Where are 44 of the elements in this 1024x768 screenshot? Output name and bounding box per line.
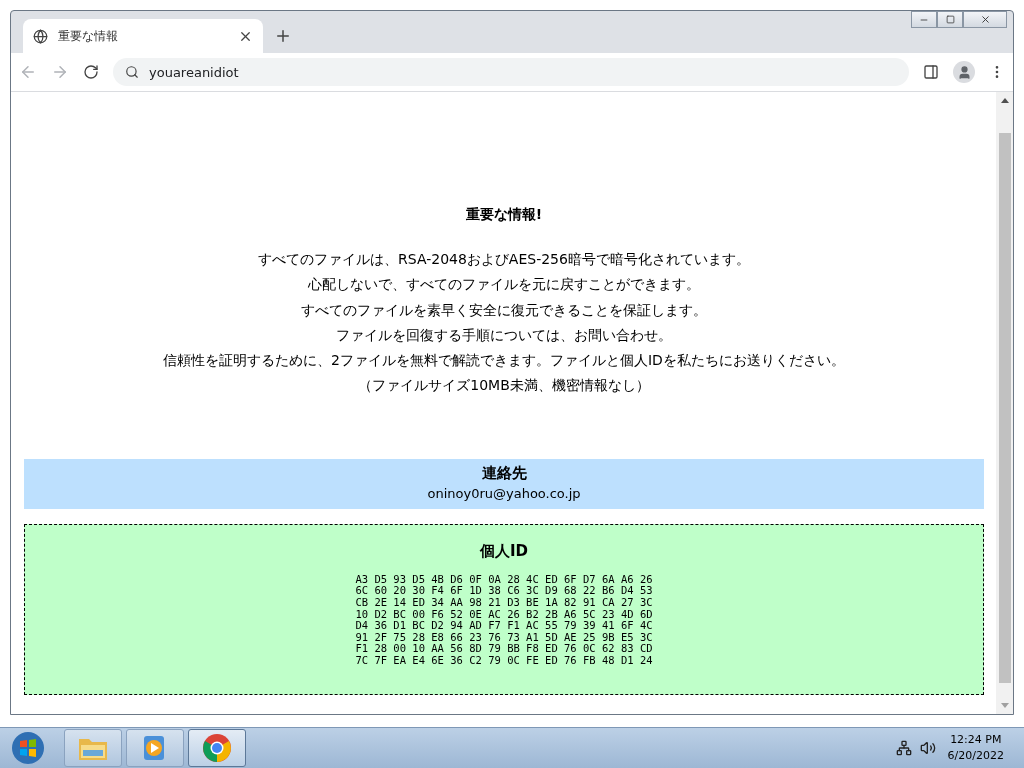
close-icon <box>979 14 991 25</box>
hex-id-text: A3 D5 93 D5 4B D6 0F 0A 28 4C ED 6F D7 6A A6 26 6C 60 20 30 F4 6F 1D 38 C6 3C D9 68 22 B6 D4 53 CB 2E 14 ED 34 AA 98 21 D3 BE 1A 82 91 CA 27 3C 10 D2 BC 00 F6 52 0E AC 26 B2 2B A6 5C 23 4D 6D D4 36 D1 BC D2 94 AD F7 F1 AC 55 79 39 41 6F 4C 91 2F 75 28 E8 66 23 76 73 A1 5D AE 25 9B E5 3C F1 28 00 10 AA 56 8D 79 BB F8 ED 76 0C 62 83 CD 7C 7F EA E4 6E 36 C2 79 0C FE ED 76 FB 48 D1 24 <box>355 573 653 667</box>
forward-arrow-icon <box>51 63 69 81</box>
side-panel-icon <box>923 64 939 80</box>
message-line: 信頼性を証明するために、2ファイルを無料で解読できます。ファイルと個人IDを私たちにお送りください。 <box>163 351 845 371</box>
network-icon[interactable] <box>895 740 912 756</box>
heading: 重要な情報! <box>465 206 543 224</box>
search-icon <box>125 65 139 79</box>
side-panel-button[interactable] <box>923 64 939 80</box>
minimize-button[interactable] <box>911 11 937 28</box>
reload-button[interactable] <box>83 64 99 80</box>
profile-avatar-icon <box>953 61 975 83</box>
maximize-button[interactable] <box>937 11 963 28</box>
address-text: youareanidiot <box>149 64 239 80</box>
profile-button[interactable] <box>953 61 975 83</box>
personal-id-title: 個人ID <box>479 540 528 562</box>
contact-title: 連絡先 <box>481 462 527 484</box>
message-line: ファイルを回復する手順については、お問い合わせ。 <box>336 325 672 345</box>
message-line: 心配しないで、すべてのファイルを元に戻すことができます。 <box>308 275 700 295</box>
message-line: すべてのファイルを素早く安全に復元できることを保証します。 <box>301 300 707 320</box>
back-button[interactable] <box>19 63 37 81</box>
volume-icon[interactable] <box>919 740 936 756</box>
clock-time: 12:24 PM <box>950 732 1002 748</box>
email-address: oninoy0ru@yahoo.co.jp <box>427 484 581 503</box>
tab-title: 重要な情報 <box>58 27 119 45</box>
globe-icon <box>33 28 48 44</box>
scrollbar[interactable] <box>996 92 1013 714</box>
clock-date: 6/20/2022 <box>947 748 1004 764</box>
message-line: （ファイルサイズ10MB未満、機密情報なし） <box>358 376 650 396</box>
plus-icon <box>274 27 292 45</box>
address-bar[interactable]: youareanidiot <box>113 58 909 86</box>
reload-icon <box>83 64 99 80</box>
chrome-icon <box>202 733 232 763</box>
scrollbar-thumb[interactable] <box>998 133 1011 683</box>
maximize-icon <box>945 15 955 24</box>
taskbar-button[interactable] <box>64 729 122 767</box>
close-window-button[interactable] <box>963 11 1007 28</box>
clock[interactable]: 12:24 PM 6/20/2022 <box>947 732 1004 764</box>
taskbar-button[interactable] <box>126 729 184 767</box>
browser-tab[interactable]: 重要な情報 <box>23 19 263 53</box>
taskbar-button[interactable] <box>188 729 246 767</box>
windows-logo-icon <box>11 731 45 765</box>
message-line: すべてのファイルは、RSA-2048およびAES-256暗号で暗号化されています。 <box>258 250 750 269</box>
forward-button[interactable] <box>51 63 69 81</box>
